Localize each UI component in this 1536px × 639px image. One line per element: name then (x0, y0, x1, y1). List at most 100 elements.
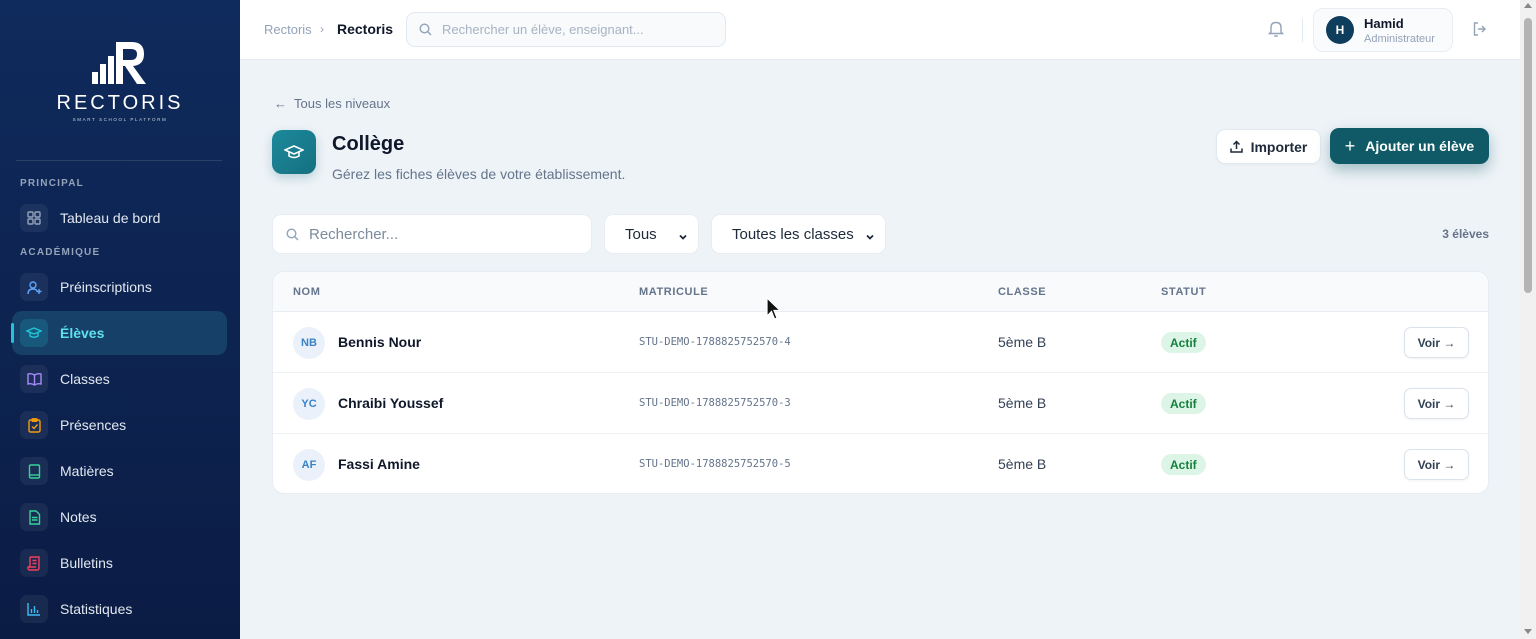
scroll-down-arrow-icon[interactable] (1524, 629, 1532, 634)
plus-icon: + (1344, 136, 1356, 156)
sidebar-item-label: Tableau de bord (60, 210, 161, 226)
breadcrumb-current: Rectoris (337, 21, 394, 37)
sidebar-item-matieres[interactable]: Matières (12, 449, 227, 493)
sidebar-item-preinscriptions[interactable]: Préinscriptions (12, 265, 227, 309)
back-link[interactable]: ← Tous les niveaux (274, 96, 390, 111)
file-text-icon (20, 503, 48, 531)
scrollbar-thumb[interactable] (1524, 18, 1532, 293)
view-button[interactable]: Voir → (1404, 327, 1469, 358)
upload-icon (1229, 140, 1243, 153)
sidebar-item-label: Matières (60, 463, 114, 479)
search-icon (286, 227, 299, 241)
view-button[interactable]: Voir → (1404, 449, 1469, 480)
student-count: 3 élèves (1442, 227, 1489, 241)
student-class: 5ème B (998, 334, 1047, 350)
page-title: Collège (332, 133, 405, 155)
global-search-input[interactable] (442, 22, 702, 37)
table-row: YC Chraibi Youssef STU-DEMO-178882575257… (273, 373, 1488, 434)
grid-icon (20, 204, 48, 232)
student-search[interactable] (272, 214, 592, 254)
logo[interactable]: RECTORIS SMART SCHOOL PLATFORM (0, 38, 240, 122)
graduation-cap-icon (272, 130, 316, 174)
avatar: YC (293, 388, 325, 420)
sidebar-item-label: Bulletins (60, 555, 113, 571)
book-open-icon (20, 365, 48, 393)
mouse-cursor-icon (766, 296, 782, 326)
sidebar-item-tableau-de-bord[interactable]: Tableau de bord (12, 196, 227, 240)
user-menu[interactable]: H Hamid Administrateur (1313, 8, 1453, 52)
sidebar-item-bulletins[interactable]: Bulletins (12, 541, 227, 585)
status-badge: Actif (1161, 454, 1206, 475)
chevron-down-icon (678, 229, 688, 246)
section-label-academique: ACADÉMIQUE (20, 247, 101, 258)
student-name: Fassi Amine (338, 456, 420, 472)
chevron-down-icon (865, 229, 875, 246)
view-button[interactable]: Voir → (1404, 388, 1469, 419)
sidebar: RECTORIS SMART SCHOOL PLATFORM PRINCIPAL… (0, 0, 240, 639)
scroll-up-arrow-icon[interactable] (1524, 3, 1532, 8)
student-matricule: STU-DEMO-1788825752570-5 (639, 458, 791, 470)
search-icon (419, 23, 432, 36)
student-name: Chraibi Youssef (338, 395, 444, 411)
import-button[interactable]: Importer (1216, 129, 1321, 164)
sidebar-divider (16, 160, 222, 161)
status-badge: Actif (1161, 393, 1206, 414)
student-search-input[interactable] (309, 225, 569, 243)
column-header-classe: CLASSE (998, 286, 1047, 298)
student-name: Bennis Nour (338, 334, 422, 350)
global-search[interactable] (406, 12, 726, 47)
avatar: AF (293, 449, 325, 481)
avatar: H (1326, 16, 1354, 44)
add-student-button-label: Ajouter un élève (1365, 138, 1475, 154)
student-class: 5ème B (998, 456, 1047, 472)
graduation-cap-icon (20, 319, 48, 347)
arrow-left-icon: ← (274, 96, 287, 111)
student-matricule: STU-DEMO-1788825752570-3 (639, 397, 791, 409)
sidebar-item-label: Notes (60, 509, 97, 525)
sidebar-item-label: Élèves (60, 325, 105, 341)
section-label-principal: PRINCIPAL (20, 178, 84, 189)
class-filter-select[interactable]: Toutes les classes (711, 214, 886, 254)
scrollbar[interactable] (1520, 0, 1536, 639)
topbar-divider (1302, 18, 1303, 42)
column-header-nom: NOM (293, 286, 321, 298)
sidebar-item-eleves[interactable]: Élèves (11, 311, 227, 355)
sidebar-item-presences[interactable]: Présences (12, 403, 227, 447)
table-row: AF Fassi Amine STU-DEMO-1788825752570-5 … (273, 434, 1488, 493)
table-header: NOM MATRICULE CLASSE STATUT (273, 272, 1488, 312)
student-class: 5ème B (998, 395, 1047, 411)
logo-subtext: SMART SCHOOL PLATFORM (72, 117, 168, 122)
logout-icon[interactable] (1472, 21, 1488, 42)
sidebar-item-notes[interactable]: Notes (12, 495, 227, 539)
sidebar-item-label: Présences (60, 417, 127, 433)
user-plus-icon (20, 273, 48, 301)
students-table: NOM MATRICULE CLASSE STATUT NB Bennis No… (272, 271, 1489, 494)
column-header-matricule: MATRICULE (639, 286, 709, 298)
user-name: Hamid (1364, 16, 1404, 31)
avatar: NB (293, 327, 325, 359)
scroll-icon (20, 549, 48, 577)
status-filter-value: Tous (625, 225, 657, 243)
user-role: Administrateur (1364, 33, 1435, 45)
breadcrumb-root[interactable]: Rectoris (264, 22, 312, 37)
book-icon (20, 457, 48, 485)
column-header-statut: STATUT (1161, 286, 1207, 298)
import-button-label: Importer (1250, 138, 1308, 155)
bar-chart-icon (20, 595, 48, 623)
status-badge: Actif (1161, 332, 1206, 353)
back-link-label: Tous les niveaux (294, 96, 391, 111)
class-filter-value: Toutes les classes (732, 225, 854, 243)
bell-icon[interactable] (1267, 20, 1285, 43)
status-filter-select[interactable]: Tous (604, 214, 699, 254)
chevron-right-icon: › (320, 22, 324, 36)
sidebar-item-label: Statistiques (60, 601, 133, 617)
rectoris-logo-icon (90, 38, 150, 88)
sidebar-item-label: Préinscriptions (60, 279, 152, 295)
sidebar-item-label: Classes (60, 371, 110, 387)
sidebar-item-classes[interactable]: Classes (12, 357, 227, 401)
sidebar-item-statistiques[interactable]: Statistiques (12, 587, 227, 631)
add-student-button[interactable]: + Ajouter un élève (1330, 128, 1489, 164)
page-subtitle: Gérez les fiches élèves de votre établis… (332, 166, 626, 182)
clipboard-check-icon (20, 411, 48, 439)
table-row: NB Bennis Nour STU-DEMO-1788825752570-4 … (273, 312, 1488, 373)
